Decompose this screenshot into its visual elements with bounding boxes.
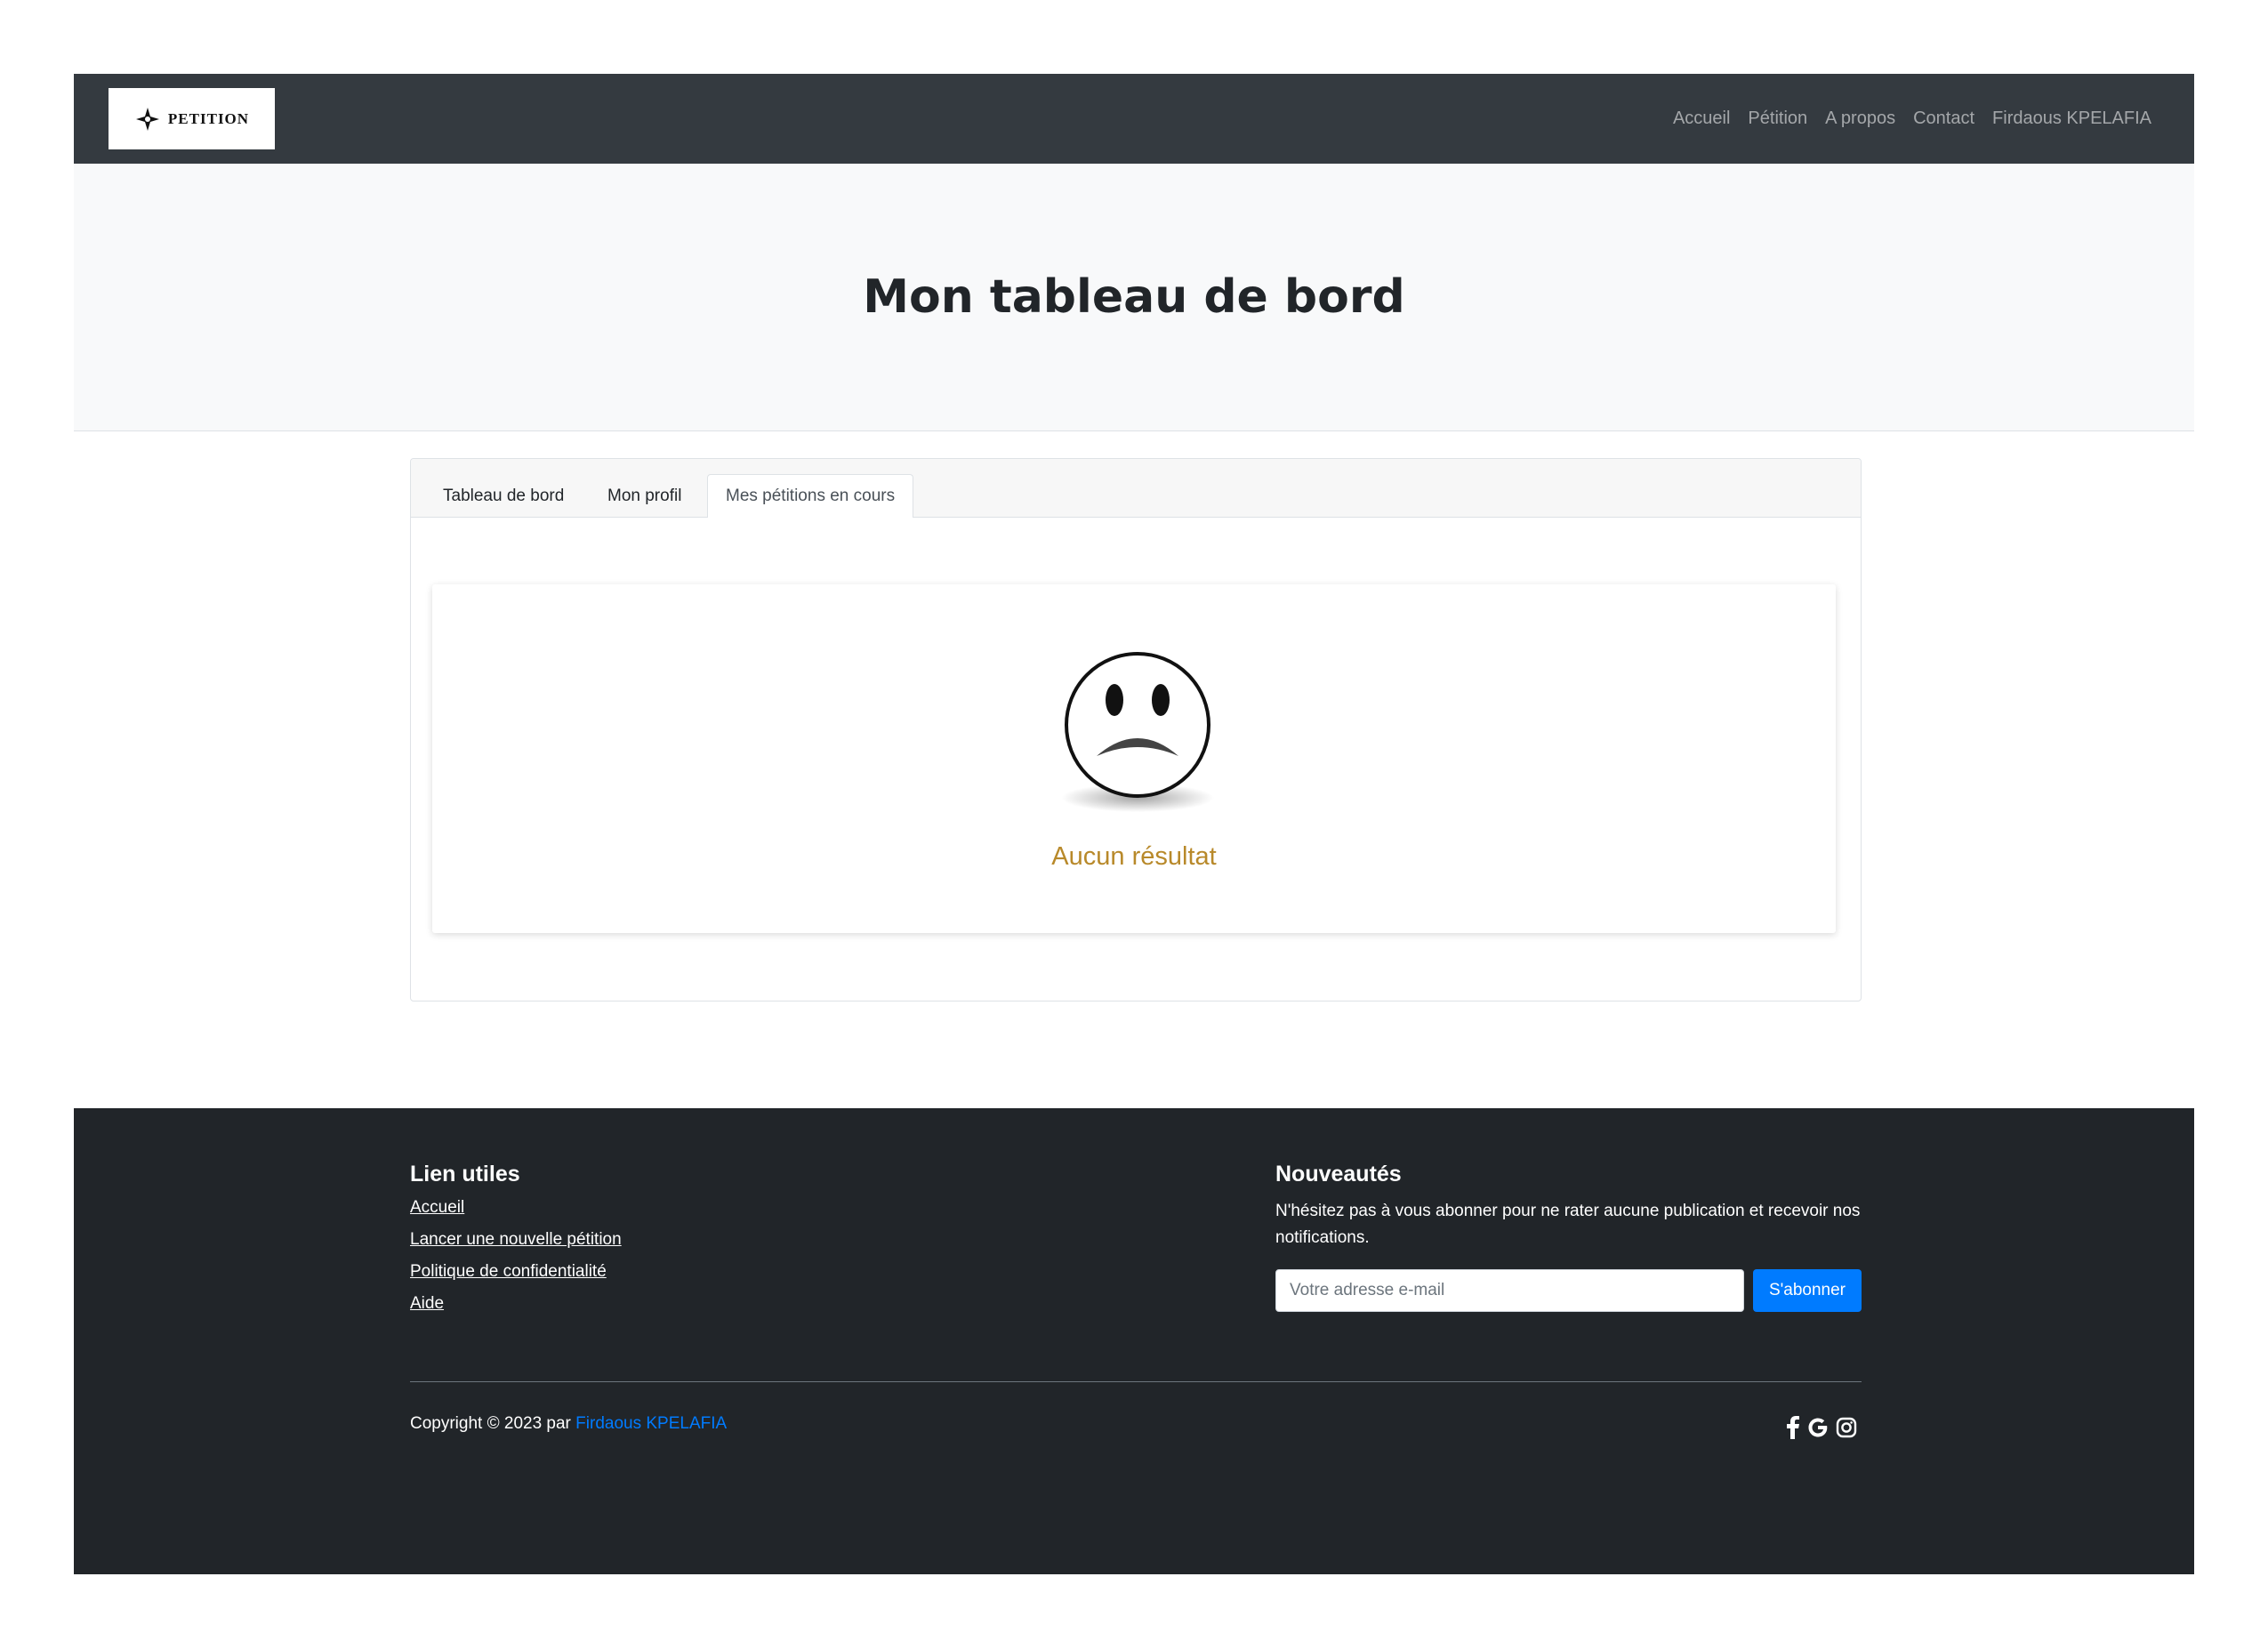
nav-link-petition[interactable]: Pétition (1748, 109, 1807, 129)
brand-name: PETITION (167, 109, 250, 127)
google-icon[interactable] (1807, 1417, 1829, 1443)
footer: Lien utiles Accueil Lancer une nouvelle … (74, 1108, 2194, 1574)
facebook-icon[interactable] (1786, 1416, 1800, 1444)
subscribe-button[interactable]: S'abonner (1753, 1269, 1862, 1312)
instagram-icon[interactable] (1836, 1417, 1857, 1443)
copyright: Copyright © 2023 par Firdaous KPELAFIA (410, 1414, 727, 1434)
tab-tableau-de-bord[interactable]: Tableau de bord (424, 474, 583, 518)
copyright-text: Copyright © 2023 par (410, 1414, 576, 1433)
tab-mes-petitions[interactable]: Mes pétitions en cours (707, 474, 914, 518)
nav-link-user[interactable]: Firdaous KPELAFIA (1992, 109, 2151, 129)
tab-mon-profil[interactable]: Mon profil (589, 474, 700, 518)
newsletter-section: Nouveautés N'hésitez pas à vous abonner … (1275, 1162, 1862, 1312)
brand-logo[interactable]: PETITION (109, 88, 275, 149)
footer-link-new-petition[interactable]: Lancer une nouvelle pétition (410, 1230, 622, 1250)
newsletter-heading: Nouveautés (1275, 1162, 1402, 1187)
sad-face-icon (1061, 652, 1214, 812)
empty-state-card: Aucun résultat (432, 584, 1836, 933)
nav-link-a-propos[interactable]: A propos (1825, 109, 1895, 129)
footer-divider (410, 1381, 1862, 1382)
hero-banner: Mon tableau de bord (74, 164, 2194, 431)
nav-menu: Accueil Pétition A propos Contact Firdao… (1673, 74, 2151, 164)
tab-bar: Tableau de bord Mon profil Mes pétitions… (411, 459, 1861, 518)
footer-link-accueil[interactable]: Accueil (410, 1198, 622, 1218)
useful-links-section: Lien utiles Accueil Lancer une nouvelle … (410, 1162, 622, 1326)
nav-link-accueil[interactable]: Accueil (1673, 109, 1730, 129)
tab-card: Tableau de bord Mon profil Mes pétitions… (410, 458, 1862, 1001)
copyright-author-link[interactable]: Firdaous KPELAFIA (575, 1414, 727, 1433)
empty-state-message: Aucun résultat (1051, 842, 1217, 871)
footer-link-help[interactable]: Aide (410, 1294, 622, 1314)
page-title: Mon tableau de bord (863, 270, 1405, 324)
footer-link-privacy[interactable]: Politique de confidentialité (410, 1262, 622, 1282)
useful-links-list: Accueil Lancer une nouvelle pétition Pol… (410, 1198, 622, 1314)
subscribe-form: S'abonner (1275, 1269, 1862, 1312)
navbar: PETITION Accueil Pétition A propos Conta… (74, 74, 2194, 164)
newsletter-text: N'hésitez pas à vous abonner pour ne rat… (1275, 1202, 1861, 1247)
email-input[interactable] (1275, 1269, 1744, 1312)
compass-icon (135, 107, 159, 131)
social-icons (1786, 1416, 1857, 1444)
page: PETITION Accueil Pétition A propos Conta… (74, 74, 2194, 1574)
useful-links-heading: Lien utiles (410, 1162, 520, 1187)
nav-link-contact[interactable]: Contact (1913, 109, 1974, 129)
